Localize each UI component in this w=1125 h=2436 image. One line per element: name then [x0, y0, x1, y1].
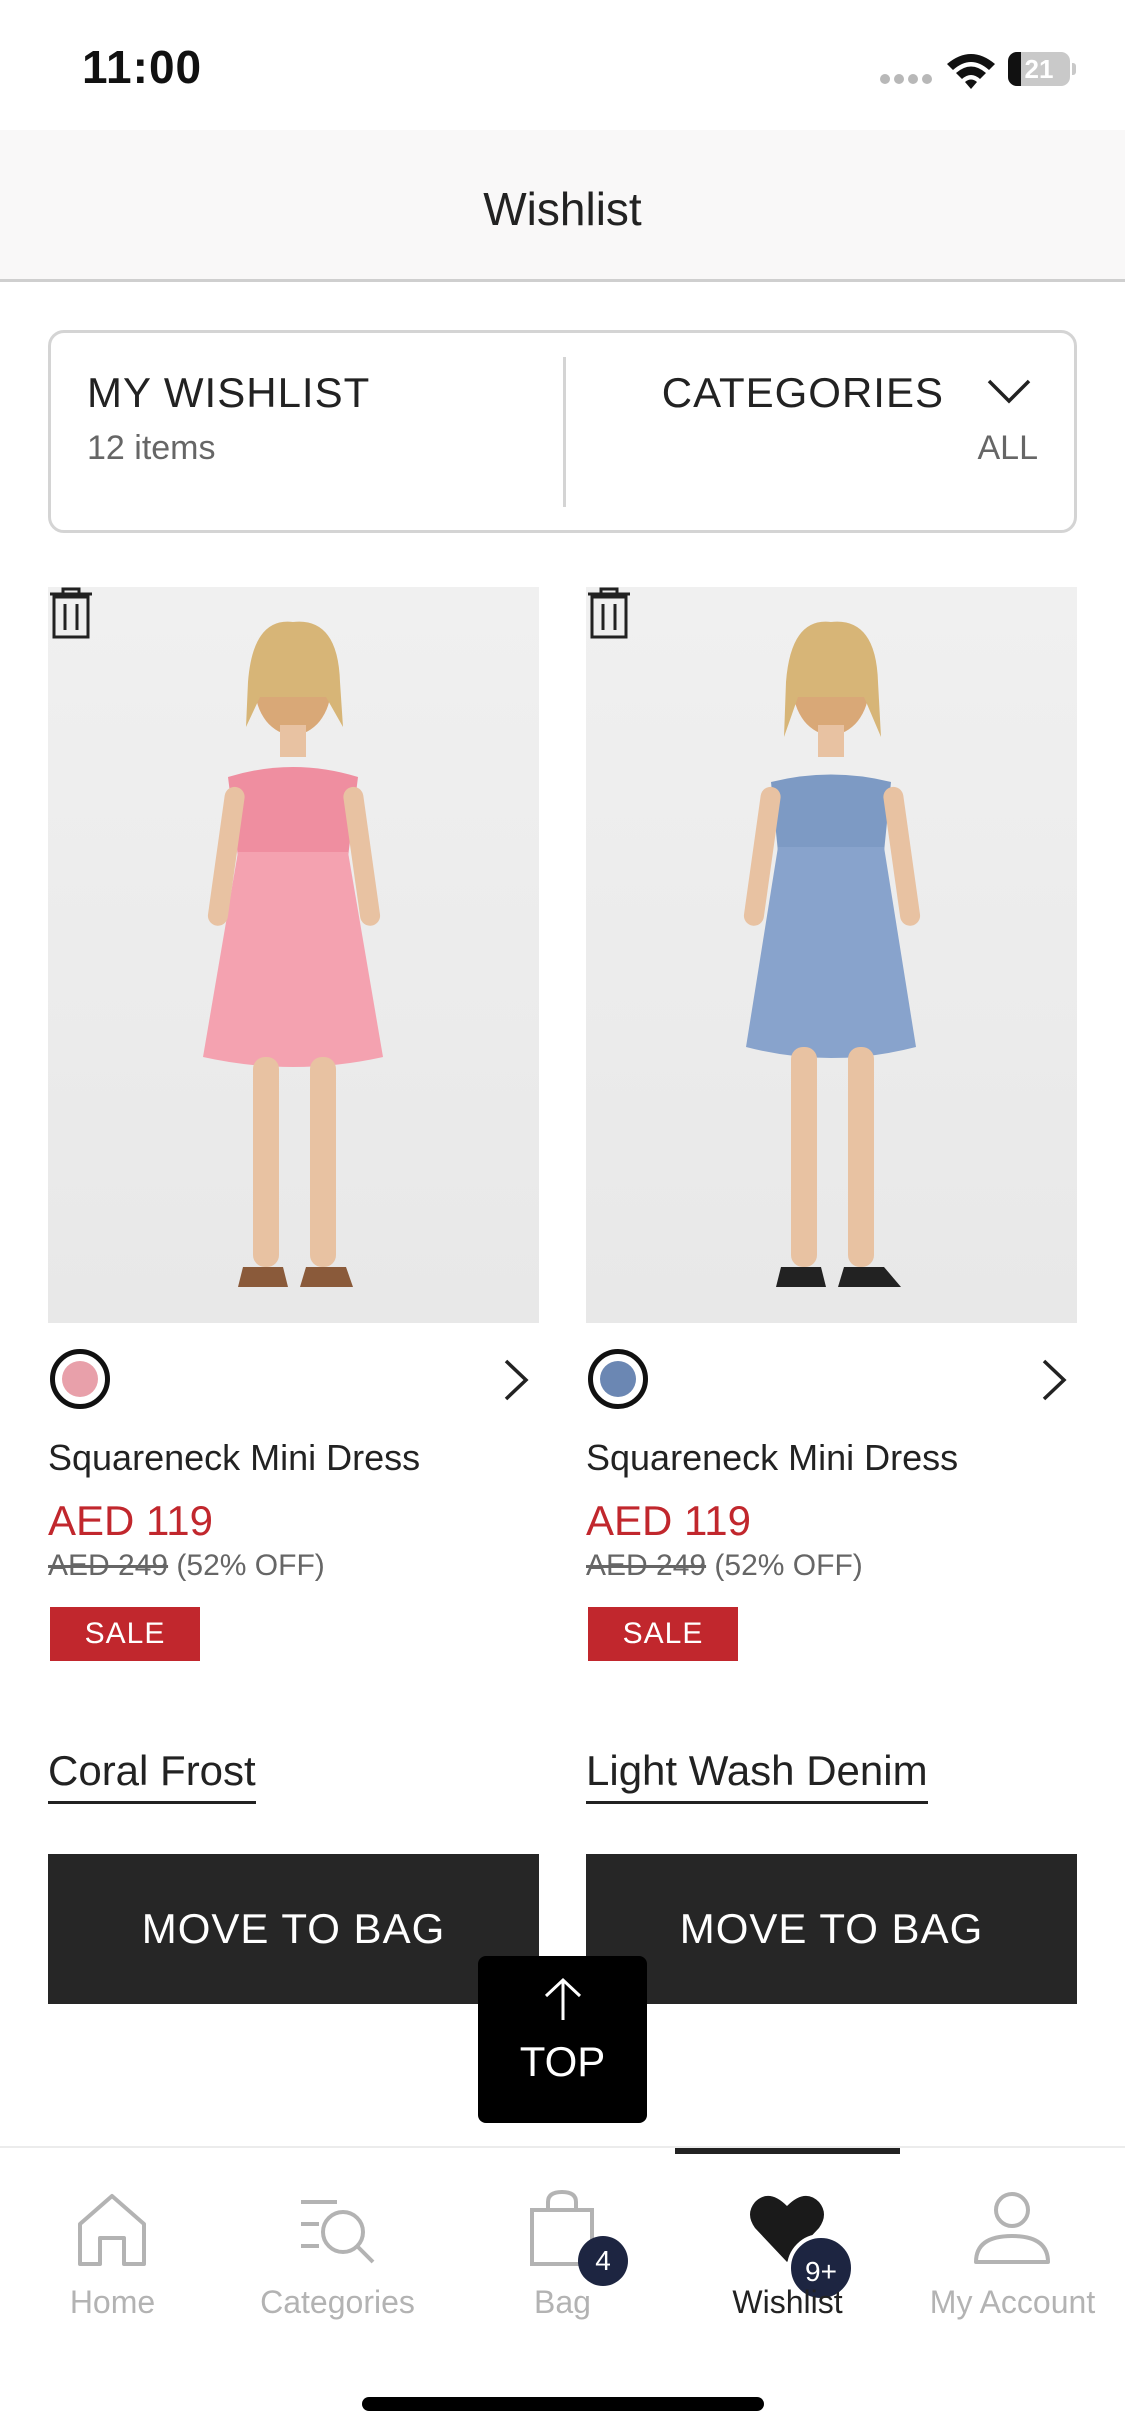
sale-badge: SALE	[588, 1607, 738, 1661]
account-icon	[974, 2192, 1050, 2264]
scroll-to-top-label: TOP	[519, 2038, 606, 2085]
chevron-right-icon[interactable]	[501, 1357, 531, 1403]
product-name[interactable]: Squareneck Mini Dress	[586, 1437, 958, 1479]
categories-selected-value[interactable]: ALL	[978, 429, 1039, 468]
discount-percent: (52% OFF)	[714, 1549, 863, 1582]
wishlist-item-count: 12 items	[87, 429, 216, 467]
tab-wishlist-label: Wishlist	[732, 2284, 843, 2320]
sale-badge: SALE	[50, 1607, 200, 1661]
categories-search-icon	[301, 2200, 375, 2264]
trash-icon[interactable]	[586, 587, 632, 639]
tab-categories[interactable]: Categories	[225, 2188, 450, 2338]
tab-bag-label: Bag	[534, 2284, 591, 2320]
status-time: 11:00	[82, 41, 203, 93]
page-title: Wishlist	[483, 183, 642, 235]
bag-count-badge: 4	[578, 2236, 628, 2286]
model-figure	[743, 621, 921, 1287]
model-figure	[203, 621, 383, 1287]
battery-level: 21	[1024, 54, 1054, 84]
color-swatch[interactable]	[588, 1349, 648, 1409]
tab-wishlist[interactable]: 9+ Wishlist	[675, 2188, 900, 2338]
move-to-bag-button[interactable]: MOVE TO BAG	[48, 1854, 539, 2004]
cellular-signal-icon	[880, 74, 934, 86]
color-name-link[interactable]: Light Wash Denim	[586, 1747, 928, 1804]
chevron-down-icon[interactable]	[986, 373, 1032, 407]
page-header: Wishlist	[0, 130, 1125, 282]
status-bar: 11:00 21	[0, 0, 1125, 130]
wishlist-label: MY WISHLIST	[87, 369, 371, 416]
chevron-right-icon[interactable]	[1039, 1357, 1069, 1403]
scroll-to-top-button[interactable]: TOP	[478, 1956, 647, 2123]
product-image[interactable]	[586, 587, 1077, 1323]
original-price: AED 249	[48, 1549, 169, 1582]
original-price-row: AED 249 (52% OFF)	[48, 1549, 325, 1583]
home-icon	[78, 2194, 146, 2266]
sale-price: AED 119	[48, 1497, 213, 1544]
tab-home[interactable]: Home	[0, 2188, 225, 2338]
arrow-up-icon	[544, 1977, 582, 2020]
active-tab-indicator	[675, 2148, 900, 2154]
product-image[interactable]	[48, 587, 539, 1323]
discount-percent: (52% OFF)	[176, 1549, 325, 1582]
battery-icon: 21	[1008, 52, 1076, 86]
color-swatch[interactable]	[50, 1349, 110, 1409]
original-price-row: AED 249 (52% OFF)	[586, 1549, 863, 1583]
tab-my-account[interactable]: My Account	[900, 2188, 1125, 2338]
summary-divider	[563, 357, 566, 507]
wishlist-summary: MY WISHLIST 12 items CATEGORIES ALL	[48, 330, 1077, 533]
wifi-icon	[947, 54, 995, 89]
move-to-bag-button[interactable]: MOVE TO BAG	[586, 1854, 1077, 2004]
sale-price: AED 119	[586, 1497, 751, 1544]
tab-bag[interactable]: 4 Bag	[450, 2188, 675, 2338]
trash-icon[interactable]	[48, 587, 94, 639]
home-indicator[interactable]	[362, 2397, 764, 2411]
original-price: AED 249	[586, 1549, 707, 1582]
bottom-tab-bar: Home Categories 4 Bag 9+ Wishlist My Acc…	[0, 2146, 1125, 2436]
tab-my-account-label: My Account	[929, 2284, 1096, 2320]
tab-home-label: Home	[69, 2284, 156, 2320]
product-name[interactable]: Squareneck Mini Dress	[48, 1437, 420, 1479]
tab-categories-label: Categories	[260, 2284, 415, 2320]
color-name-link[interactable]: Coral Frost	[48, 1747, 256, 1804]
categories-label[interactable]: CATEGORIES	[662, 369, 944, 417]
